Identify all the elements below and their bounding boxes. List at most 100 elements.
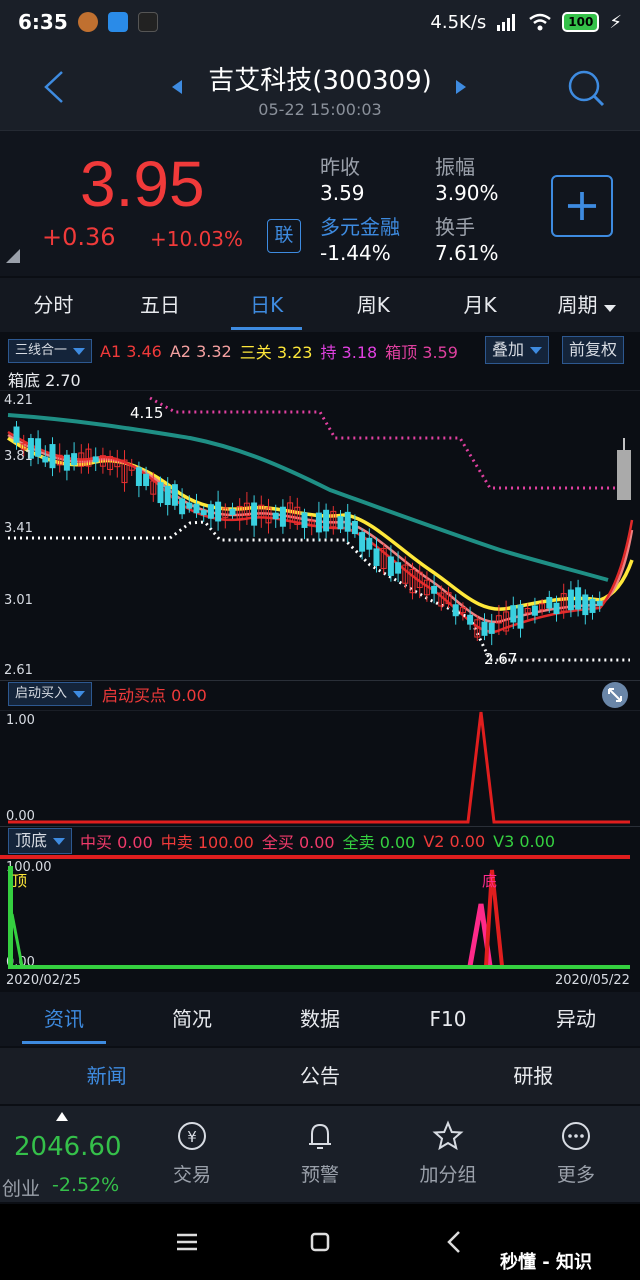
more-button[interactable]: 更多 [526,1106,626,1202]
back-nav-icon[interactable] [446,1230,462,1254]
sub1-bar: 启动买入 启动买点 0.00 [8,682,207,706]
star-icon [432,1120,464,1151]
fullscreen-icon[interactable] [600,680,630,710]
status-bar: 6:35 4.5K/s 100 ⚡ [0,0,640,44]
candle [575,587,582,610]
ind-sanguan-label: 三关 [239,343,272,362]
sub1-y-top: 1.00 [6,713,35,728]
candle [35,438,42,457]
sub2-quanmai-sell: 全卖 0.00 [343,829,416,853]
add-watchlist-button[interactable] [551,175,613,237]
candle [63,454,70,471]
candle [517,604,524,629]
sub2-indicator-select[interactable]: 顶底 [8,828,73,854]
price-change: +0.36 [42,223,116,251]
sub1-chart[interactable]: 1.00 0.00 [0,710,640,826]
overlay-button[interactable]: 叠加 [485,336,550,364]
trade-icon: ¥ [178,1122,206,1150]
ind-chi: 持 3.18 [320,339,377,363]
network-speed: 4.5K/s [430,11,487,33]
wifi-icon [529,13,552,31]
chevron-down-icon [530,346,543,354]
subtab-research[interactable]: 研报 [427,1048,640,1104]
index-value: 2046.60 [14,1132,122,1162]
more-label: 更多 [556,1164,595,1186]
last-box-candle [617,450,631,500]
sub2-zhongmai-value: 0.00 [117,833,153,852]
last-price: 3.95 [80,148,205,220]
subtab-announcements[interactable]: 公告 [213,1048,426,1104]
prev-close-value: 3.59 [320,181,365,205]
sub2-quanmai-sell-value: 0.00 [379,833,416,852]
sector-change: -1.44% [320,241,391,265]
sector-link[interactable]: 多元金融 [320,211,400,240]
ind-a1-value: 3.46 [126,341,162,361]
main-indicator-select[interactable]: 三线合一 [8,339,93,363]
add-group-button[interactable]: 加分组 [398,1106,498,1202]
related-button[interactable]: 联 [267,219,301,253]
svg-text:¥: ¥ [187,1128,197,1146]
y-label-1: 3.81 [4,449,33,464]
tab-anomaly[interactable]: 异动 [512,992,640,1046]
candle [272,512,279,520]
tab-weekly-k[interactable]: 周K [320,278,427,332]
tab-five-day[interactable]: 五日 [107,278,214,332]
candle [71,453,78,466]
next-stock-icon[interactable] [456,80,466,94]
prev-close-label: 昨收 [320,155,360,179]
candle [207,504,214,519]
tab-data[interactable]: 数据 [256,992,384,1046]
quote-panel: 3.95 +0.36 +10.03% 联 昨收 3.59 多元金融 -1.44%… [0,130,640,276]
sub2-quanmai-sell-label: 全卖 [342,833,375,852]
candle [92,456,99,463]
sub1-indicator-select[interactable]: 启动买入 [8,682,93,706]
tab-daily-k[interactable]: 日K [213,278,320,332]
divider [0,680,640,681]
sub2-v3-value: 0.00 [519,831,555,851]
box-top-line [149,396,615,490]
up-arrow-icon [56,1112,68,1121]
n-app-icon [107,12,128,32]
status-time: 6:35 [18,10,68,34]
ind-a1: A1 3.46 [100,342,162,361]
expand-corner-icon[interactable] [6,249,20,263]
add-group-label: 加分组 [419,1164,477,1186]
candle [135,467,142,486]
tab-monthly-k[interactable]: 月K [427,278,534,332]
search-icon[interactable] [566,68,606,108]
index-ticker[interactable]: 2046.60 创业 -2.52% [0,1106,128,1202]
charging-icon: ⚡ [609,11,622,33]
tiktok-icon [137,12,158,32]
low-label: 2.67 [484,650,517,668]
tab-news-info[interactable]: 资讯 [0,992,128,1046]
home-icon[interactable] [310,1232,330,1252]
quote-timestamp: 05-22 15:00:03 [258,100,382,119]
system-nav-bar: 秒懂 - 知识 [0,1204,640,1280]
index-name: 创业 [2,1178,41,1200]
candle [510,605,517,623]
ind-box-top-value: 3.59 [422,343,458,362]
candle [553,602,560,614]
signal-icon [497,14,516,31]
period-tabs: 分时 五日 日K 周K 月K 周期 [0,278,640,332]
candle [49,444,56,469]
tab-period[interactable]: 周期 [533,278,640,332]
tab-f10[interactable]: F10 [384,992,512,1046]
sub2-chart[interactable]: 100.00 0.00 顶 底 2020/02/25 2020/05/22 [0,854,640,990]
menu-icon[interactable] [176,1232,198,1252]
bottom-toolbar: 2046.60 创业 -2.52% ¥ 交易 预警 加分组 更多 [0,1106,640,1202]
subtab-news[interactable]: 新闻 [0,1048,213,1104]
ind-a2-label: A2 [169,341,191,361]
turnover-value: 7.61% [435,241,499,265]
adjust-button[interactable]: 前复权 [562,336,625,364]
turnover-label: 换手 [435,215,475,239]
tab-intraday[interactable]: 分时 [0,278,107,332]
tab-overview[interactable]: 简况 [128,992,256,1046]
sub2-indicator-label: 顶底 [15,831,48,850]
box-bottom-line [8,520,630,662]
chevron-down-icon [603,305,616,312]
alert-button[interactable]: 预警 [270,1106,370,1202]
candlestick-chart[interactable]: 4.21 3.81 3.41 3.01 2.61 4.15 2.67 [0,390,640,678]
trade-button[interactable]: ¥ 交易 [142,1106,242,1202]
chevron-down-icon [73,347,86,355]
